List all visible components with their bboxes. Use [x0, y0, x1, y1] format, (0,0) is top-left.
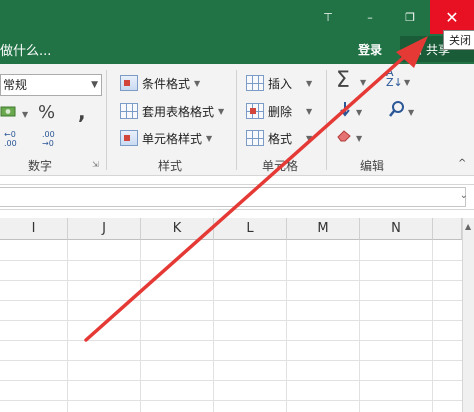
column-header-n[interactable]: N: [360, 218, 433, 240]
clear-eraser-icon[interactable]: [336, 128, 354, 145]
chevron-down-icon[interactable]: ▼: [356, 108, 362, 117]
group-divider: [236, 70, 237, 170]
spreadsheet-grid: I J K L M N ▲: [0, 218, 474, 412]
gridline: [0, 300, 462, 301]
gridline: [67, 240, 68, 412]
chevron-down-icon: ▼: [206, 133, 213, 143]
format-as-table-button[interactable]: 套用表格格式 ▼: [120, 100, 224, 122]
gridline: [432, 240, 433, 412]
number-group-label: 数字: [28, 159, 53, 173]
cell-styles-button[interactable]: 单元格样式 ▼: [120, 127, 212, 149]
cells-group-label: 单元格: [262, 159, 299, 173]
insert-cells-icon: [246, 75, 264, 91]
minimize-button[interactable]: –: [350, 0, 390, 34]
chevron-down-icon: ▼: [306, 106, 313, 116]
chevron-down-icon[interactable]: ▼: [22, 110, 28, 119]
collapse-ribbon-icon[interactable]: ^: [458, 158, 466, 169]
chevron-down-icon: ▼: [306, 78, 313, 88]
gridline: [140, 240, 141, 412]
gridline: [0, 380, 462, 381]
sort-filter-icon[interactable]: A Z↓: [386, 67, 403, 88]
column-header-i[interactable]: I: [0, 218, 68, 240]
column-header-k[interactable]: K: [141, 218, 214, 240]
formula-input[interactable]: [0, 187, 466, 207]
format-label: 格式: [268, 131, 293, 146]
insert-button[interactable]: 插入 ▼: [246, 72, 312, 94]
chevron-down-icon: ▼: [218, 106, 225, 116]
ribbon-display-options-icon[interactable]: ⊤: [308, 0, 348, 34]
chevron-down-icon[interactable]: ▼: [360, 78, 366, 87]
gridline: [0, 400, 462, 401]
number-format-select[interactable]: 常规 ▼: [0, 74, 102, 96]
cell-styles-icon: [120, 130, 138, 146]
comma-style-icon[interactable]: ,: [78, 100, 86, 124]
delete-label: 删除: [268, 104, 293, 119]
person-icon: [410, 43, 422, 55]
format-as-table-label: 套用表格格式: [142, 104, 215, 119]
gridline: [0, 360, 462, 361]
vertical-scrollbar[interactable]: ▲: [462, 218, 474, 412]
gridline: [213, 240, 214, 412]
ribbon: 常规 ▼ ▼ % , ←0.00 .00 →0 数字 ⇲ 条件格式 ▼ 套用表格格…: [0, 64, 474, 176]
expand-formula-bar-icon[interactable]: ⌄: [460, 190, 468, 201]
title-bar: ⊤ – ❐ ✕: [0, 0, 474, 34]
conditional-format-label: 条件格式: [142, 76, 191, 91]
insert-label: 插入: [268, 76, 293, 91]
formula-bar: ⌄: [0, 184, 474, 210]
gridline: [0, 320, 462, 321]
restore-button[interactable]: ❐: [390, 0, 430, 34]
gridline: [359, 240, 360, 412]
number-format-value: 常规: [3, 78, 28, 92]
group-divider: [326, 70, 327, 170]
chevron-down-icon[interactable]: ▼: [404, 78, 410, 87]
column-header-m[interactable]: M: [287, 218, 360, 240]
gridline: [0, 280, 462, 281]
gridline: [0, 340, 462, 341]
column-header-l[interactable]: L: [214, 218, 287, 240]
currency-icon[interactable]: [0, 104, 20, 125]
decrease-decimal-icon[interactable]: .00 →0: [42, 130, 55, 148]
delete-cells-icon: [246, 103, 264, 119]
increase-decimal-icon[interactable]: ←0.00: [4, 130, 17, 148]
chevron-down-icon: ▼: [91, 80, 98, 90]
gridline: [286, 240, 287, 412]
autosum-icon[interactable]: Σ: [336, 68, 350, 93]
format-cells-icon: [246, 130, 264, 146]
format-button[interactable]: 格式 ▼: [246, 127, 312, 149]
table-format-icon: [120, 103, 138, 119]
gridline: [0, 260, 462, 261]
chevron-down-icon[interactable]: ▼: [408, 108, 414, 117]
close-button[interactable]: ✕: [430, 0, 474, 34]
close-tooltip: 关闭: [443, 30, 474, 50]
chevron-down-icon: ▼: [194, 78, 201, 88]
tell-me-search[interactable]: 做什么...: [0, 40, 51, 59]
delete-button[interactable]: 删除 ▼: [246, 100, 312, 122]
chevron-down-icon: ▼: [306, 133, 313, 143]
chevron-down-icon[interactable]: ▼: [356, 134, 362, 143]
dialog-launcher-icon[interactable]: ⇲: [92, 160, 99, 169]
styles-group-label: 样式: [158, 159, 183, 173]
cell-styles-label: 单元格样式: [142, 131, 203, 146]
percent-icon[interactable]: %: [38, 102, 55, 123]
scroll-up-icon[interactable]: ▲: [465, 222, 471, 231]
conditional-format-icon: [120, 75, 138, 91]
column-header-j[interactable]: J: [68, 218, 141, 240]
column-header-o[interactable]: [433, 218, 462, 240]
login-link[interactable]: 登录: [358, 41, 382, 58]
command-bar: 做什么... 登录 共享: [0, 34, 474, 64]
fill-icon[interactable]: [338, 100, 352, 121]
editing-group-label: 编辑: [360, 159, 385, 173]
conditional-format-button[interactable]: 条件格式 ▼: [120, 72, 200, 94]
group-divider: [106, 70, 107, 170]
find-select-icon[interactable]: [388, 100, 406, 121]
